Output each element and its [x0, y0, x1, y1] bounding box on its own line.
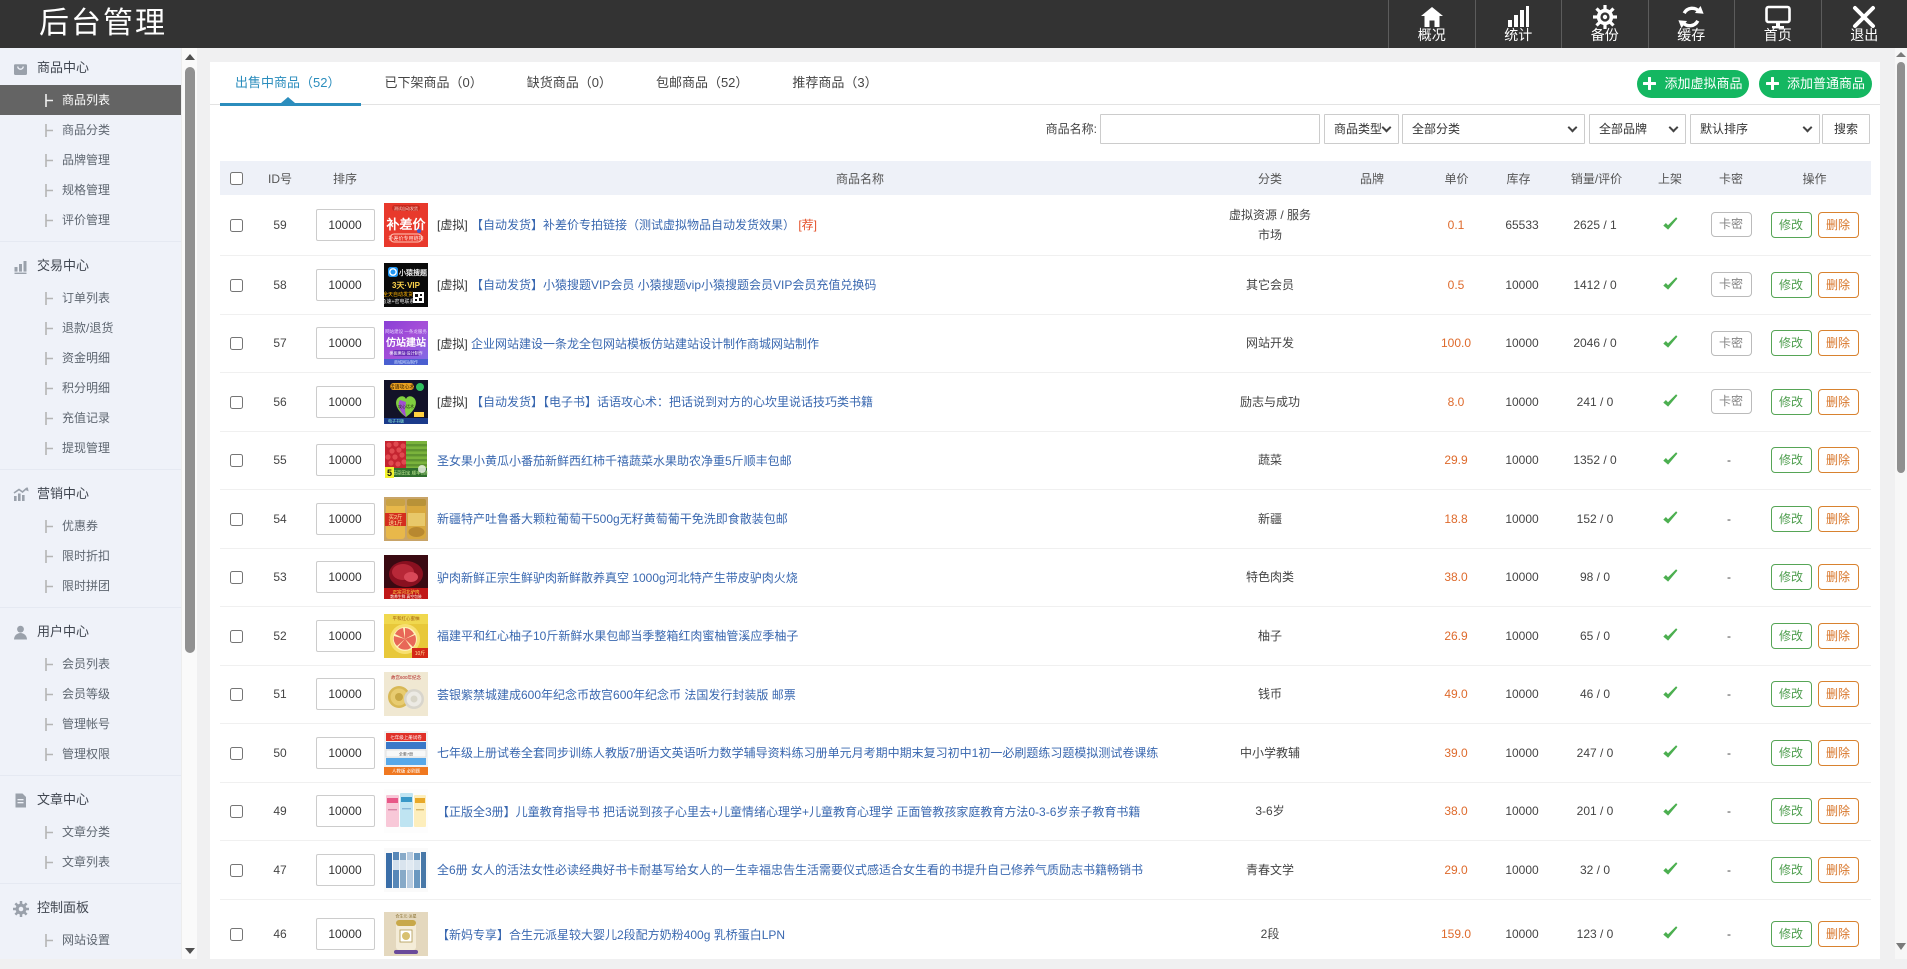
svg-text:攻心话术: 攻心话术: [398, 403, 414, 409]
svg-text:测试自动发货: 测试自动发货: [394, 205, 418, 211]
svg-text:七年级上册试卷: 七年级上册试卷: [390, 734, 422, 741]
svg-text:话语攻心术: 话语攻心术: [389, 383, 414, 390]
svg-text:网站建设 一条龙服务: 网站建设 一条龙服务: [385, 328, 427, 335]
svg-text:散养生鲜 真空包装: 散养生鲜 真空包装: [390, 594, 422, 599]
svg-text:补差价专用链接: 补差价专用链接: [388, 235, 423, 242]
svg-text:10斤: 10斤: [415, 650, 426, 657]
svg-text:合生元·派星: 合生元·派星: [395, 913, 416, 919]
svg-text:小猿搜题: 小猿搜题: [398, 268, 428, 277]
svg-text:商城网站制作: 商城网站制作: [394, 359, 418, 365]
svg-text:送1斤: 送1斤: [388, 519, 403, 527]
svg-text:全套7册: 全套7册: [399, 750, 413, 756]
svg-text:买2斤: 买2斤: [388, 513, 403, 521]
svg-text:5: 5: [387, 468, 392, 478]
svg-text:电子书版: 电子书版: [388, 417, 404, 423]
svg-text:故宫600年纪念: 故宫600年纪念: [391, 674, 422, 681]
svg-text:3天·VIP: 3天·VIP: [392, 281, 421, 290]
svg-text:人教版 必刷题: 人教版 必刷题: [392, 767, 421, 774]
svg-text:全天自动发货: 全天自动发货: [384, 291, 413, 298]
svg-text:平和红心蜜柚: 平和红心蜜柚: [393, 615, 420, 622]
svg-text:仿站建站: 仿站建站: [386, 336, 426, 349]
svg-text:模板建站·设计制作: 模板建站·设计制作: [389, 350, 422, 356]
svg-text:急速+密电联系: 急速+密电联系: [384, 298, 414, 305]
